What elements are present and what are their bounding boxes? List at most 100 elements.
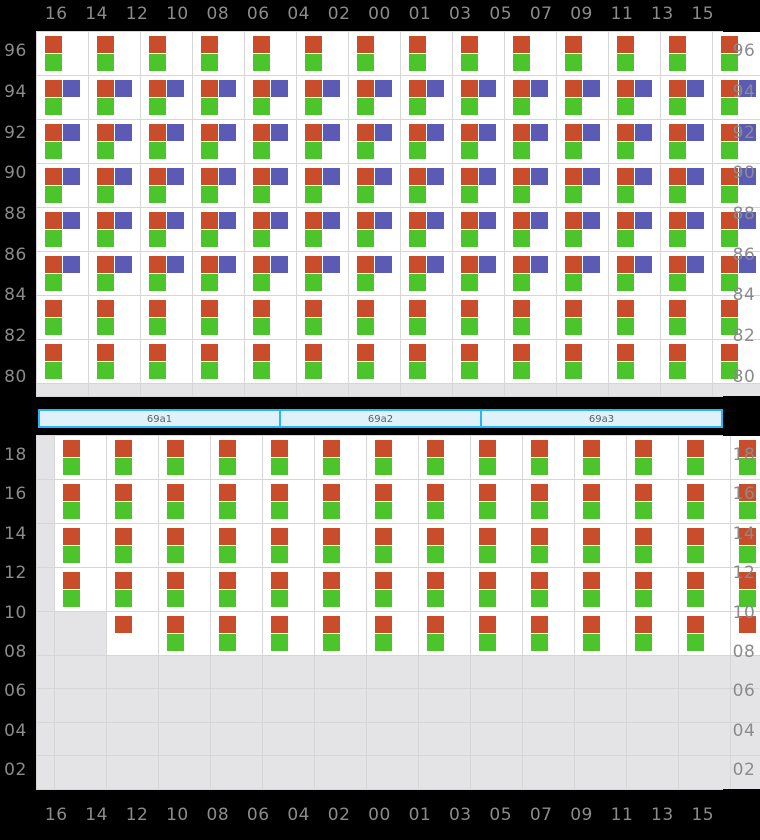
orange-marker[interactable] [375, 440, 392, 457]
green-marker[interactable] [253, 362, 270, 379]
orange-marker[interactable] [461, 256, 478, 273]
orange-marker[interactable] [409, 124, 426, 141]
grid-cell[interactable] [627, 524, 679, 568]
grid-cell[interactable] [141, 76, 193, 120]
orange-marker[interactable] [461, 80, 478, 97]
orange-marker[interactable] [461, 168, 478, 185]
green-marker[interactable] [97, 362, 114, 379]
green-marker[interactable] [45, 186, 62, 203]
green-marker[interactable] [409, 230, 426, 247]
green-marker[interactable] [513, 274, 530, 291]
green-marker[interactable] [219, 590, 236, 607]
purple-marker[interactable] [167, 80, 184, 97]
green-marker[interactable] [565, 318, 582, 335]
orange-marker[interactable] [687, 528, 704, 545]
green-marker[interactable] [149, 362, 166, 379]
orange-marker[interactable] [669, 36, 686, 53]
green-marker[interactable] [427, 546, 444, 563]
grid-cell[interactable] [193, 76, 245, 120]
orange-marker[interactable] [45, 168, 62, 185]
grid-cell[interactable] [523, 524, 575, 568]
grid-cell[interactable] [453, 32, 505, 76]
orange-marker[interactable] [167, 572, 184, 589]
green-marker[interactable] [409, 362, 426, 379]
purple-marker[interactable] [323, 212, 340, 229]
grid-cell[interactable] [609, 252, 661, 296]
purple-marker[interactable] [479, 212, 496, 229]
orange-marker[interactable] [617, 344, 634, 361]
orange-marker[interactable] [721, 344, 738, 361]
grid-cell[interactable] [453, 120, 505, 164]
green-marker[interactable] [149, 230, 166, 247]
orange-marker[interactable] [45, 36, 62, 53]
orange-marker[interactable] [253, 212, 270, 229]
green-marker[interactable] [305, 142, 322, 159]
purple-marker[interactable] [583, 124, 600, 141]
green-marker[interactable] [357, 142, 374, 159]
orange-marker[interactable] [357, 256, 374, 273]
green-marker[interactable] [219, 502, 236, 519]
green-marker[interactable] [357, 318, 374, 335]
grid-cell[interactable] [89, 76, 141, 120]
orange-marker[interactable] [687, 440, 704, 457]
orange-marker[interactable] [149, 168, 166, 185]
grid-cell[interactable] [453, 296, 505, 340]
grid-cell[interactable] [523, 480, 575, 524]
grid-cell[interactable] [89, 32, 141, 76]
grid-cell[interactable] [193, 32, 245, 76]
purple-marker[interactable] [635, 256, 652, 273]
purple-marker[interactable] [271, 124, 288, 141]
green-marker[interactable] [669, 98, 686, 115]
green-marker[interactable] [513, 362, 530, 379]
orange-marker[interactable] [375, 616, 392, 633]
orange-marker[interactable] [461, 36, 478, 53]
orange-marker[interactable] [253, 344, 270, 361]
orange-marker[interactable] [617, 80, 634, 97]
green-marker[interactable] [479, 634, 496, 651]
grid-cell[interactable] [679, 524, 731, 568]
grid-cell[interactable] [89, 296, 141, 340]
green-marker[interactable] [583, 458, 600, 475]
orange-marker[interactable] [409, 212, 426, 229]
grid-cell[interactable] [37, 32, 89, 76]
green-marker[interactable] [617, 54, 634, 71]
green-marker[interactable] [565, 142, 582, 159]
green-marker[interactable] [427, 590, 444, 607]
green-marker[interactable] [687, 458, 704, 475]
orange-marker[interactable] [409, 80, 426, 97]
orange-marker[interactable] [253, 256, 270, 273]
orange-marker[interactable] [357, 212, 374, 229]
orange-marker[interactable] [305, 256, 322, 273]
purple-marker[interactable] [427, 168, 444, 185]
purple-marker[interactable] [115, 80, 132, 97]
grid-cell[interactable] [575, 612, 627, 656]
orange-marker[interactable] [669, 344, 686, 361]
purple-marker[interactable] [271, 168, 288, 185]
green-marker[interactable] [479, 458, 496, 475]
grid-cell[interactable] [471, 436, 523, 480]
grid-cell[interactable] [523, 436, 575, 480]
grid-cell[interactable] [159, 480, 211, 524]
grid-cell[interactable] [679, 568, 731, 612]
purple-marker[interactable] [531, 124, 548, 141]
grid-cell[interactable] [661, 32, 713, 76]
green-marker[interactable] [201, 54, 218, 71]
orange-marker[interactable] [409, 300, 426, 317]
grid-cell[interactable] [627, 436, 679, 480]
grid-cell[interactable] [193, 120, 245, 164]
green-marker[interactable] [669, 186, 686, 203]
grid-cell[interactable] [419, 568, 471, 612]
grid-cell[interactable] [193, 340, 245, 384]
grid-cell[interactable] [557, 296, 609, 340]
purple-marker[interactable] [687, 124, 704, 141]
grid-cell[interactable] [349, 208, 401, 252]
green-marker[interactable] [635, 634, 652, 651]
green-marker[interactable] [375, 590, 392, 607]
grid-cell[interactable] [661, 164, 713, 208]
grid-cell[interactable] [107, 568, 159, 612]
grid-cell[interactable] [401, 120, 453, 164]
green-marker[interactable] [427, 634, 444, 651]
purple-marker[interactable] [115, 168, 132, 185]
green-marker[interactable] [357, 230, 374, 247]
grid-cell[interactable] [55, 524, 107, 568]
